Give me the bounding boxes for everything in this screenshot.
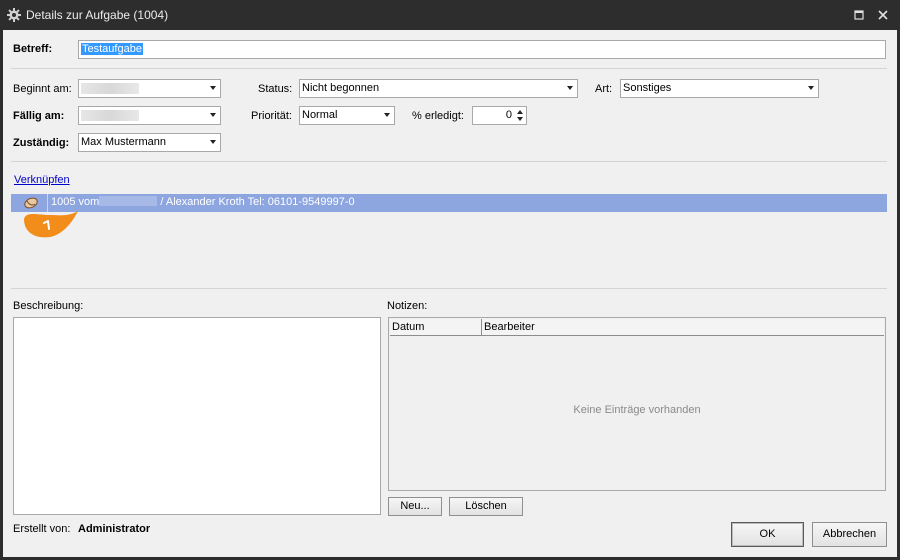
chevron-down-icon xyxy=(210,113,216,117)
phone-handset-icon xyxy=(24,197,38,209)
status-value: Nicht begonnen xyxy=(302,82,380,94)
ok-button[interactable]: OK xyxy=(731,522,804,547)
delete-note-button[interactable]: Löschen xyxy=(449,497,523,516)
linked-item-blurred xyxy=(99,196,158,206)
begins-date-blurred xyxy=(81,83,139,94)
maximize-button[interactable] xyxy=(850,6,868,24)
gear-icon xyxy=(7,8,21,22)
priority-label: Priorität: xyxy=(251,110,292,122)
spin-up-icon[interactable] xyxy=(517,110,523,114)
chevron-down-icon xyxy=(808,86,814,90)
link-items-link[interactable]: Verknüpfen xyxy=(14,174,70,186)
type-value: Sonstiges xyxy=(623,82,672,94)
notes-grid-header: Datum Bearbeiter xyxy=(390,319,884,336)
close-icon xyxy=(878,10,888,20)
status-combo[interactable]: Nicht begonnen xyxy=(299,79,578,98)
new-note-button[interactable]: Neu... xyxy=(388,497,442,516)
notes-empty-message: Keine Einträge vorhanden xyxy=(573,404,701,416)
title-bar[interactable]: Details zur Aufgabe (1004) xyxy=(0,0,900,30)
window-title: Details zur Aufgabe (1004) xyxy=(26,8,169,22)
percent-done-label: % erledigt: xyxy=(412,110,464,122)
assignee-combo[interactable]: Max Mustermann xyxy=(78,133,221,152)
task-details-window: Details zur Aufgabe (1004) Betreff: Test… xyxy=(0,0,900,560)
linked-item-suffix: / Alexander Kroth Tel: 06101-9549997-0 xyxy=(157,196,355,208)
description-textarea[interactable] xyxy=(13,317,381,515)
separator xyxy=(11,161,887,162)
maximize-icon xyxy=(854,10,864,20)
subject-label: Betreff: xyxy=(13,43,53,55)
chevron-down-icon xyxy=(210,140,216,144)
linked-item-row[interactable]: 1005 vom / Alexander Kroth Tel: 06101-95… xyxy=(11,194,887,212)
created-by-label: Erstellt von: xyxy=(13,523,71,535)
description-label: Beschreibung: xyxy=(13,300,84,312)
due-label: Fällig am: xyxy=(13,110,65,122)
begins-label: Beginnt am: xyxy=(13,83,72,95)
notes-label: Notizen: xyxy=(387,300,428,312)
column-header-editor[interactable]: Bearbeiter xyxy=(482,319,884,335)
type-label: Art: xyxy=(595,83,613,95)
subject-input[interactable]: Testaufgabe xyxy=(78,40,886,59)
cancel-button[interactable]: Abbrechen xyxy=(812,522,887,547)
due-date-combo[interactable] xyxy=(78,106,221,125)
priority-combo[interactable]: Normal xyxy=(299,106,395,125)
type-combo[interactable]: Sonstiges xyxy=(620,79,819,98)
close-button[interactable] xyxy=(874,6,892,24)
column-header-date[interactable]: Datum xyxy=(390,319,482,335)
dialog-body: Betreff: Testaufgabe Beginnt am: Status:… xyxy=(3,30,897,557)
step-marker-badge xyxy=(24,211,78,238)
notes-grid[interactable]: Datum Bearbeiter Keine Einträge vorhande… xyxy=(388,317,886,491)
percent-done-spinner[interactable]: 0 xyxy=(472,106,527,125)
assignee-label: Zuständig: xyxy=(13,137,70,149)
spin-down-icon[interactable] xyxy=(517,117,523,121)
separator xyxy=(11,68,887,69)
subject-value: Testaufgabe xyxy=(81,43,143,55)
assignee-value: Max Mustermann xyxy=(81,136,166,148)
separator xyxy=(11,288,887,289)
linked-item-prefix: 1005 vom xyxy=(51,196,100,208)
created-by-value: Administrator xyxy=(78,523,151,535)
linked-item-text: 1005 vom / Alexander Kroth Tel: 06101-95… xyxy=(51,196,355,208)
chevron-down-icon xyxy=(567,86,573,90)
percent-done-value: 0 xyxy=(505,109,512,121)
due-date-blurred xyxy=(81,110,139,121)
priority-value: Normal xyxy=(302,109,338,121)
chevron-down-icon xyxy=(210,86,216,90)
status-label: Status: xyxy=(258,83,293,95)
begins-date-combo[interactable] xyxy=(78,79,221,98)
chevron-down-icon xyxy=(384,113,390,117)
